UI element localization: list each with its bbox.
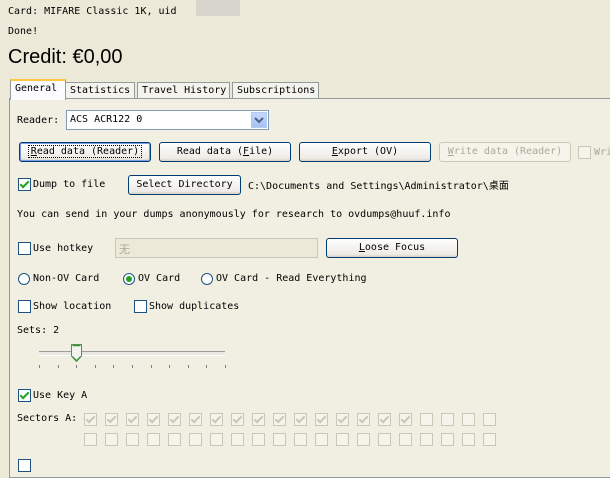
- sector-checkbox[interactable]: [105, 413, 118, 426]
- sector-checkbox[interactable]: [210, 433, 223, 446]
- slider-tick: [58, 365, 59, 368]
- slider-tick: [169, 365, 170, 368]
- sector-checkbox[interactable]: [252, 433, 265, 446]
- sector-checkbox[interactable]: [483, 433, 496, 446]
- ov-card-label: OV Card: [138, 273, 181, 284]
- ov-card-radio[interactable]: [123, 273, 135, 285]
- dump-to-file-label: Dump to file: [33, 179, 106, 190]
- use-key-a-label: Use Key A: [33, 390, 88, 401]
- sector-checkbox[interactable]: [462, 413, 475, 426]
- use-key-a-checkbox[interactable]: [18, 389, 31, 402]
- slider-tick: [132, 365, 133, 368]
- reader-label: Reader:: [17, 115, 60, 126]
- hotkey-input[interactable]: 无: [115, 238, 318, 258]
- reader-select[interactable]: ACS ACR122 0: [66, 110, 269, 130]
- ov-card-read-everything-radio[interactable]: [201, 273, 213, 285]
- sector-checkbox[interactable]: [441, 433, 454, 446]
- show-duplicates-label: Show duplicates: [149, 301, 240, 312]
- show-location-label: Show location: [33, 301, 112, 312]
- sets-label: Sets: 2: [17, 325, 60, 336]
- read-data-file-button[interactable]: Read data (File): [159, 142, 291, 162]
- chevron-down-icon[interactable]: [251, 112, 267, 128]
- export-ov-button[interactable]: Export (OV): [299, 142, 431, 162]
- slider-tick: [39, 365, 40, 368]
- sector-checkbox[interactable]: [315, 413, 328, 426]
- sector-checkbox[interactable]: [84, 433, 97, 446]
- tab-travel-history[interactable]: Travel History: [137, 82, 230, 98]
- slider-tick: [225, 365, 226, 368]
- sector-checkbox[interactable]: [105, 433, 118, 446]
- sector-checkbox[interactable]: [315, 433, 328, 446]
- sector-checkbox[interactable]: [168, 433, 181, 446]
- credit-balance: Credit: €0,00: [8, 46, 123, 68]
- slider-tick: [95, 365, 96, 368]
- sector-checkbox[interactable]: [462, 433, 475, 446]
- sector-checkbox[interactable]: [252, 413, 265, 426]
- sector-checkbox[interactable]: [231, 413, 244, 426]
- ov-card-read-everything-label: OV Card - Read Everything: [216, 273, 367, 284]
- tab-statistics[interactable]: Statistics: [65, 82, 135, 98]
- tab-general[interactable]: General: [10, 79, 66, 100]
- sets-slider[interactable]: [36, 340, 228, 370]
- sector-checkbox[interactable]: [126, 433, 139, 446]
- sectors-a-label: Sectors A:: [17, 413, 78, 424]
- sector-checkbox[interactable]: [273, 413, 286, 426]
- sector-checkbox[interactable]: [210, 413, 223, 426]
- tab-subscriptions[interactable]: Subscriptions: [232, 82, 319, 98]
- write-checkbox-label: Wri: [594, 147, 610, 158]
- dump-directory-path: C:\Documents and Settings\Administrator\…: [248, 181, 509, 192]
- sector-checkbox[interactable]: [336, 413, 349, 426]
- sector-checkbox[interactable]: [357, 433, 370, 446]
- sector-checkbox[interactable]: [273, 433, 286, 446]
- sector-checkbox[interactable]: [189, 433, 202, 446]
- sector-checkbox[interactable]: [399, 433, 412, 446]
- dump-to-file-checkbox[interactable]: [18, 178, 31, 191]
- sector-checkbox[interactable]: [357, 413, 370, 426]
- sector-checkbox[interactable]: [420, 433, 433, 446]
- status-done-text: Done!: [8, 26, 39, 37]
- sector-checkbox[interactable]: [147, 433, 160, 446]
- sector-checkbox[interactable]: [84, 413, 97, 426]
- non-ov-card-label: Non-OV Card: [33, 273, 100, 284]
- read-data-reader-button[interactable]: Read data (Reader): [19, 142, 151, 162]
- sector-checkbox[interactable]: [168, 413, 181, 426]
- non-ov-card-radio[interactable]: [18, 273, 30, 285]
- card-info-text: Card: MIFARE Classic 1K, uid: [8, 6, 177, 17]
- slider-tick: [206, 365, 207, 368]
- sector-checkbox[interactable]: [420, 413, 433, 426]
- next-option-checkbox[interactable]: [18, 459, 31, 472]
- select-directory-button[interactable]: Select Directory: [128, 175, 241, 195]
- slider-tick: [188, 365, 189, 368]
- slider-tick: [113, 365, 114, 368]
- show-location-checkbox[interactable]: [18, 300, 31, 313]
- sector-checkbox[interactable]: [399, 413, 412, 426]
- sector-checkbox[interactable]: [147, 413, 160, 426]
- sector-checkbox[interactable]: [189, 413, 202, 426]
- loose-focus-button[interactable]: Loose Focus: [326, 238, 458, 258]
- sector-checkbox[interactable]: [126, 413, 139, 426]
- slider-tick: [151, 365, 152, 368]
- sector-checkbox[interactable]: [378, 413, 391, 426]
- slider-tick: [76, 365, 77, 368]
- use-hotkey-checkbox[interactable]: [18, 242, 31, 255]
- slider-track: [39, 351, 225, 356]
- reader-selected-value: ACS ACR122 0: [70, 114, 143, 125]
- sector-checkbox[interactable]: [294, 413, 307, 426]
- sector-checkbox[interactable]: [378, 433, 391, 446]
- sector-checkbox[interactable]: [294, 433, 307, 446]
- write-checkbox[interactable]: [578, 146, 591, 159]
- sector-checkbox[interactable]: [231, 433, 244, 446]
- show-duplicates-checkbox[interactable]: [134, 300, 147, 313]
- uid-redacted: [196, 0, 240, 16]
- sector-checkbox[interactable]: [483, 413, 496, 426]
- dump-info-text: You can send in your dumps anonymously f…: [17, 209, 451, 220]
- sector-checkbox[interactable]: [336, 433, 349, 446]
- use-hotkey-label: Use hotkey: [33, 243, 94, 254]
- slider-thumb[interactable]: [71, 344, 82, 363]
- write-data-reader-button[interactable]: Write data (Reader): [439, 142, 571, 162]
- sector-checkbox[interactable]: [441, 413, 454, 426]
